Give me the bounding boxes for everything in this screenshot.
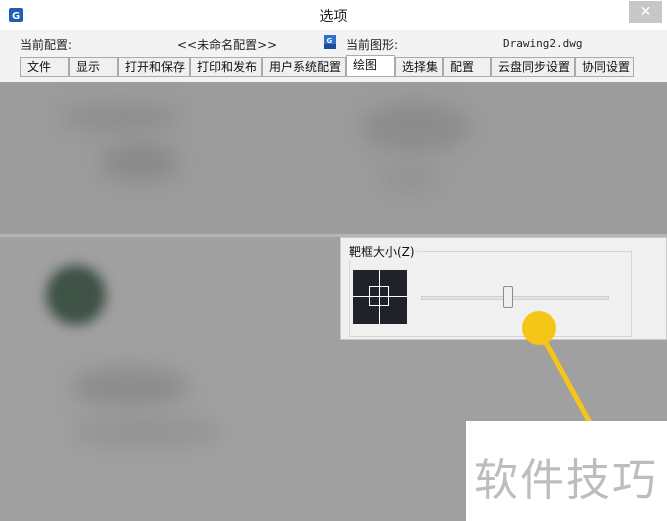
callout-dot (522, 311, 556, 345)
watermark-text: 软件技巧 (474, 455, 658, 506)
